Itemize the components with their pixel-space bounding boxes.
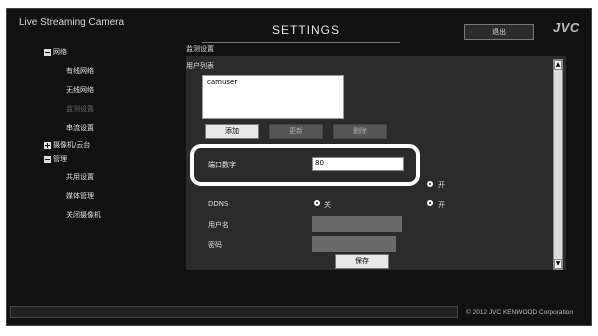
status-bar [10, 306, 458, 318]
sidebar-item-media-management[interactable]: 媒体管理 [66, 191, 94, 201]
exit-button[interactable]: 退出 [464, 24, 534, 40]
sidebar-group-camera-ptz[interactable]: 摄像机/云台 [44, 140, 90, 150]
expand-icon [44, 141, 51, 149]
ddns-label: DDNS [208, 200, 229, 208]
sidebar-item-monitoring-settings[interactable]: 监测设置 [66, 104, 94, 114]
sidebar-group-management[interactable]: 管理 [44, 154, 67, 164]
sidebar-item-streaming-settings[interactable]: 串流设置 [66, 123, 94, 133]
copyright-text: © 2012 JVC KENWOOD Corporation [466, 309, 574, 316]
sidebar-group-network[interactable]: 网络 [44, 47, 67, 57]
username-label: 用户名 [208, 221, 229, 229]
password-label: 密码 [208, 241, 222, 249]
username-field[interactable] [312, 216, 402, 232]
scroll-down-icon[interactable]: ▼ [554, 259, 562, 269]
update-user-button[interactable]: 更新 [269, 124, 323, 139]
ddns-off-radio[interactable] [314, 200, 320, 206]
ddns-on-label: 开 [438, 201, 445, 209]
scroll-up-icon[interactable]: ▲ [554, 60, 562, 70]
section-title: 监测设置 [186, 45, 214, 53]
sidebar-item-common-settings[interactable]: 共用设置 [66, 172, 94, 182]
collapse-icon [44, 155, 51, 163]
user-list-item[interactable]: camuser [207, 78, 339, 86]
scrollbar[interactable]: ▲ ▼ [553, 59, 563, 270]
scroll-thumb[interactable] [554, 72, 562, 260]
user-list-label: 用户列表 [186, 62, 214, 70]
jvc-logo: JVC [553, 20, 580, 35]
add-user-button[interactable]: 添加 [205, 124, 259, 139]
password-field[interactable] [312, 236, 396, 252]
radio-on[interactable] [427, 181, 433, 187]
page-title: SETTINGS [272, 23, 341, 37]
ddns-on-radio[interactable] [427, 200, 433, 206]
ddns-off-label: 关 [324, 201, 331, 209]
sidebar-item-wired-network[interactable]: 有线网络 [66, 66, 94, 76]
collapse-icon [44, 48, 51, 56]
save-button[interactable]: 保存 [335, 254, 389, 269]
delete-user-button[interactable]: 删除 [333, 124, 387, 139]
sidebar-item-shutdown-camera[interactable]: 关闭摄像机 [66, 210, 101, 220]
radio-on-label: 开 [438, 181, 445, 189]
screen: Live Streaming Camera SETTINGS 退出 JVC 网络… [0, 0, 598, 336]
app-title: Live Streaming Camera [19, 17, 125, 28]
user-list[interactable]: camuser [202, 75, 344, 119]
sidebar-item-wireless-network[interactable]: 无线网络 [66, 85, 94, 95]
port-number-input[interactable]: 80 [312, 157, 404, 171]
title-divider [202, 42, 400, 43]
port-number-label: 端口数字 [208, 161, 236, 169]
